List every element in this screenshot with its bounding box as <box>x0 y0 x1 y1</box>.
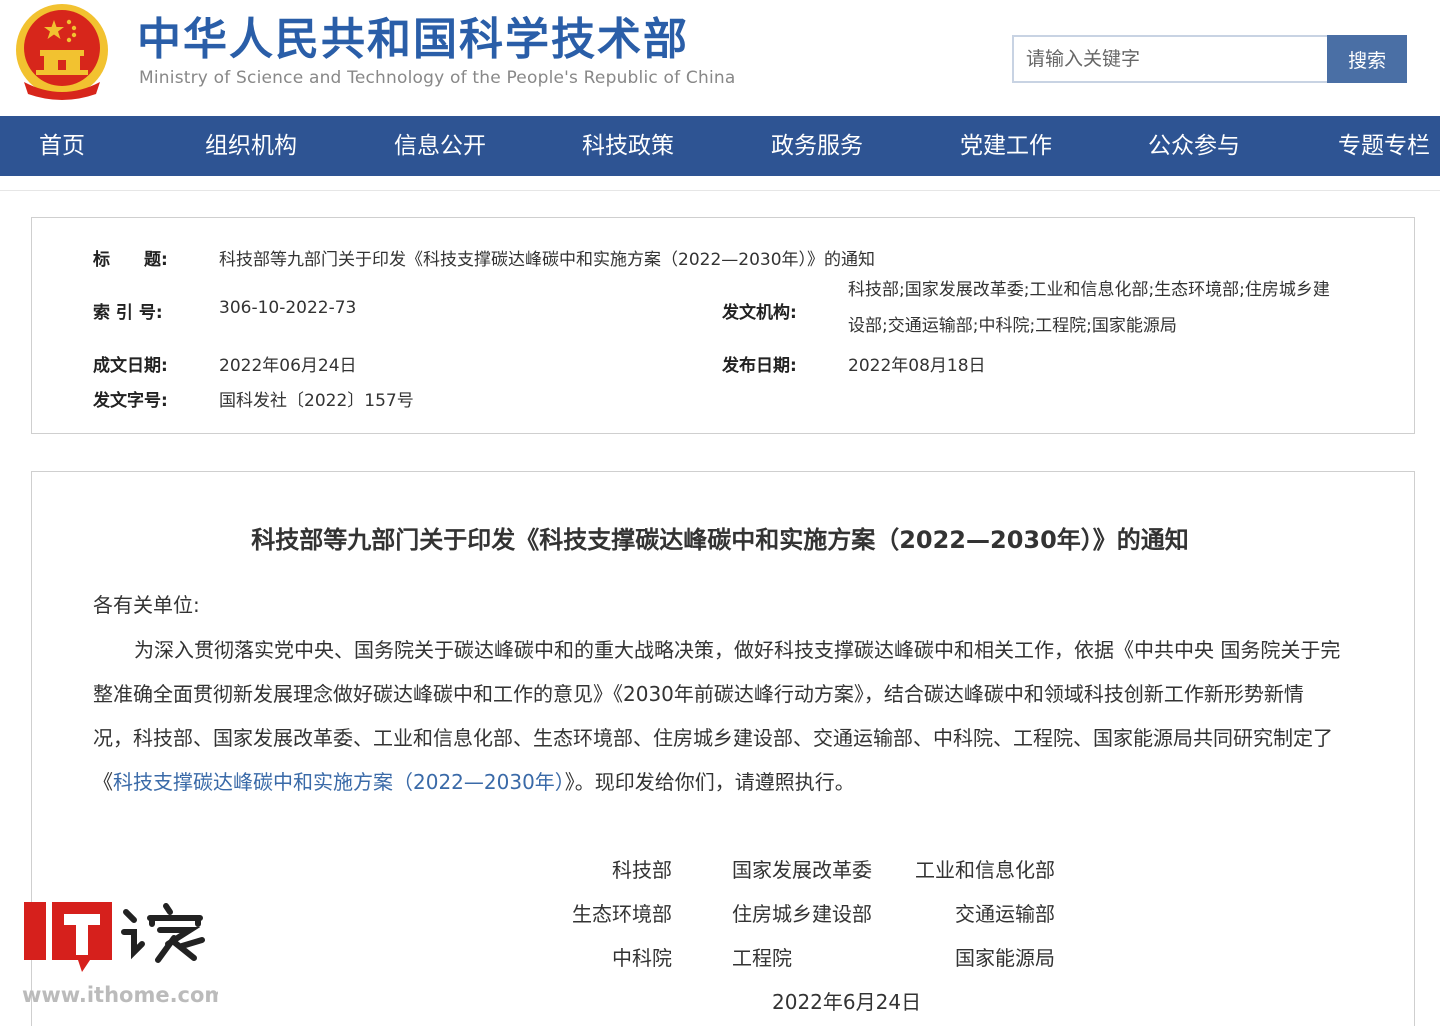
search-input[interactable] <box>1012 35 1328 83</box>
nav-item-party[interactable]: 党建工作 <box>960 116 1052 176</box>
meta-index-label: 索 引 号: <box>93 303 163 323</box>
body-paragraph-line: 为深入贯彻落实党中央、国务院关于碳达峰碳中和的重大战略决策，做好科技支撑碳达峰碳… <box>134 638 1341 662</box>
meta-issuer-value: 科技部;国家发展改革委;工业和信息化部;生态环境部;住房城乡建 设部;交通运输部… <box>848 272 1348 344</box>
signatory: 工程院 <box>732 946 792 970</box>
site-title[interactable]: 中华人民共和国科学技术部 <box>137 12 689 68</box>
signatory: 国家发展改革委 <box>732 858 872 882</box>
signatory: 交通运输部 <box>955 902 1055 926</box>
search-button[interactable]: 搜索 <box>1327 35 1407 83</box>
site-header: 中华人民共和国科学技术部 Ministry of Science and Tec… <box>0 0 1440 116</box>
salutation: 各有关单位: <box>93 593 200 617</box>
signatory: 国家能源局 <box>955 946 1055 970</box>
site-subtitle: Ministry of Science and Technology of th… <box>139 68 736 88</box>
meta-docno-label: 发文字号: <box>93 391 168 411</box>
meta-title-label: 标 题: <box>93 250 168 270</box>
meta-issuer-label: 发文机构: <box>722 303 797 323</box>
closing-text: 》。现印发给你们，请遵照执行。 <box>564 770 855 794</box>
nav-item-organization[interactable]: 组织机构 <box>205 116 297 176</box>
nav-item-topics[interactable]: 专题专栏 <box>1338 116 1430 176</box>
watermark-url: www.ithome.com <box>22 983 218 1007</box>
main-nav: 首页 组织机构 信息公开 科技政策 政务服务 党建工作 公众参与 专题专栏 <box>0 116 1440 176</box>
ithome-watermark-icon: www.ithome.com <box>22 902 218 1007</box>
attachment-link[interactable]: 科技支撑碳达峰碳中和实施方案（2022—2030年） <box>113 770 565 794</box>
bracket-open: 《 <box>93 770 113 794</box>
nav-item-home[interactable]: 首页 <box>39 116 85 176</box>
document-date: 2022年6月24日 <box>772 990 922 1014</box>
signatory: 中科院 <box>612 946 672 970</box>
meta-docno-value: 国科发社〔2022〕157号 <box>219 391 414 411</box>
body-paragraph-line: 《科技支撑碳达峰碳中和实施方案（2022—2030年）》。现印发给你们，请遵照执… <box>93 766 855 795</box>
meta-published-label: 发布日期: <box>722 356 797 376</box>
meta-created-value: 2022年06月24日 <box>219 356 357 376</box>
body-paragraph-line: 整准确全面贯彻新发展理念做好碳达峰碳中和工作的意见》《2030年前碳达峰行动方案… <box>93 682 1304 706</box>
nav-item-information[interactable]: 信息公开 <box>394 116 486 176</box>
signatory: 科技部 <box>612 858 672 882</box>
nav-item-public[interactable]: 公众参与 <box>1148 116 1240 176</box>
nav-item-policy[interactable]: 科技政策 <box>582 116 674 176</box>
meta-published-value: 2022年08月18日 <box>848 356 986 376</box>
signatory: 生态环境部 <box>572 902 672 926</box>
signatory: 住房城乡建设部 <box>732 902 872 926</box>
meta-index-value: 306-10-2022-73 <box>219 298 357 318</box>
meta-created-label: 成文日期: <box>93 356 168 376</box>
signatory: 工业和信息化部 <box>915 858 1055 882</box>
nav-item-services[interactable]: 政务服务 <box>771 116 863 176</box>
meta-issuer-line: 科技部;国家发展改革委;工业和信息化部;生态环境部;住房城乡建 <box>848 280 1330 300</box>
document-title: 科技部等九部门关于印发《科技支撑碳达峰碳中和实施方案（2022—2030年）》的… <box>251 526 1189 554</box>
search-bar: 搜索 <box>1012 35 1407 83</box>
meta-title-value: 科技部等九部门关于印发《科技支撑碳达峰碳中和实施方案（2022—2030年）》的… <box>219 250 876 270</box>
meta-issuer-line: 设部;交通运输部;中科院;工程院;国家能源局 <box>848 316 1177 336</box>
body-paragraph-line: 况，科技部、国家发展改革委、工业和信息化部、生态环境部、住房城乡建设部、交通运输… <box>93 726 1333 750</box>
divider <box>0 190 1440 191</box>
national-emblem-icon[interactable] <box>14 2 110 102</box>
